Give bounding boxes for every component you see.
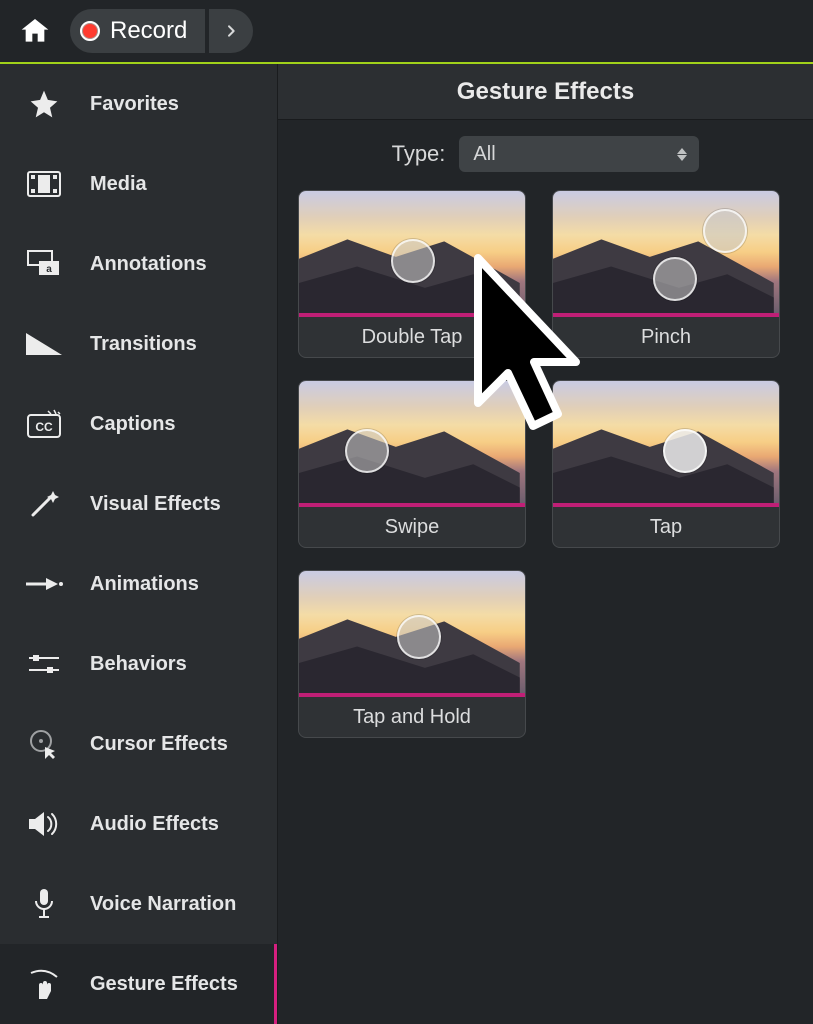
effect-thumbnail [553, 381, 779, 507]
sidebar-item-behaviors[interactable]: Behaviors [0, 624, 277, 704]
record-label: Record [110, 17, 187, 45]
record-dropdown-button[interactable] [209, 9, 253, 53]
type-select[interactable]: All [459, 136, 699, 172]
effect-thumbnail [299, 191, 525, 317]
effect-label: Tap and Hold [299, 697, 525, 737]
effect-card-pinch[interactable]: Pinch [552, 190, 780, 358]
sidebar-item-label: Visual Effects [90, 493, 221, 516]
sidebar-item-captions[interactable]: CC Captions [0, 384, 277, 464]
microphone-icon [24, 884, 64, 924]
effect-thumbnail [553, 191, 779, 317]
sidebar-item-visual-effects[interactable]: Visual Effects [0, 464, 277, 544]
home-icon [19, 15, 51, 47]
sidebar-item-label: Media [90, 173, 147, 196]
animation-icon [24, 564, 64, 604]
sidebar-item-label: Animations [90, 573, 199, 596]
sidebar-item-transitions[interactable]: Transitions [0, 304, 277, 384]
effect-label: Tap [553, 507, 779, 547]
sidebar: Favorites Media a Annotations Transition… [0, 64, 278, 1024]
select-stepper-icon [677, 148, 687, 161]
type-select-value: All [473, 143, 495, 166]
effect-thumbnail [299, 381, 525, 507]
star-icon [24, 84, 64, 124]
sidebar-item-cursor-effects[interactable]: Cursor Effects [0, 704, 277, 784]
effect-label: Pinch [553, 317, 779, 357]
sidebar-item-label: Captions [90, 413, 176, 436]
record-icon [80, 21, 100, 41]
annotation-icon: a [24, 244, 64, 284]
transition-icon [24, 324, 64, 364]
sidebar-item-label: Annotations [90, 253, 207, 276]
effect-card-double-tap[interactable]: Double Tap [298, 190, 526, 358]
sidebar-item-label: Audio Effects [90, 813, 219, 836]
gesture-icon [24, 964, 64, 1004]
panel-title: Gesture Effects [278, 64, 813, 120]
effect-card-tap-and-hold[interactable]: Tap and Hold [298, 570, 526, 738]
sidebar-item-label: Gesture Effects [90, 973, 238, 996]
sidebar-item-label: Cursor Effects [90, 733, 228, 756]
speaker-icon [24, 804, 64, 844]
sidebar-item-annotations[interactable]: a Annotations [0, 224, 277, 304]
type-label: Type: [392, 141, 446, 167]
sidebar-item-voice-narration[interactable]: Voice Narration [0, 864, 277, 944]
sidebar-item-label: Voice Narration [90, 893, 236, 916]
sidebar-item-animations[interactable]: Animations [0, 544, 277, 624]
record-button[interactable]: Record [70, 9, 205, 53]
svg-text:a: a [46, 264, 52, 275]
captions-icon: CC [24, 404, 64, 444]
sidebar-item-favorites[interactable]: Favorites [0, 64, 277, 144]
sidebar-item-audio-effects[interactable]: Audio Effects [0, 784, 277, 864]
sidebar-item-gesture-effects[interactable]: Gesture Effects [0, 944, 277, 1024]
wand-icon [24, 484, 64, 524]
filmstrip-icon [24, 164, 64, 204]
sidebar-item-label: Favorites [90, 93, 179, 116]
effect-thumbnail [299, 571, 525, 697]
effect-label: Double Tap [299, 317, 525, 357]
sidebar-item-label: Transitions [90, 333, 197, 356]
svg-text:CC: CC [35, 420, 53, 434]
chevron-right-icon [223, 23, 239, 39]
cursor-effects-icon [24, 724, 64, 764]
sliders-icon [24, 644, 64, 684]
sidebar-item-label: Behaviors [90, 653, 187, 676]
sidebar-item-media[interactable]: Media [0, 144, 277, 224]
effect-card-tap[interactable]: Tap [552, 380, 780, 548]
effect-card-swipe[interactable]: Swipe [298, 380, 526, 548]
home-button[interactable] [14, 10, 56, 52]
effect-label: Swipe [299, 507, 525, 547]
